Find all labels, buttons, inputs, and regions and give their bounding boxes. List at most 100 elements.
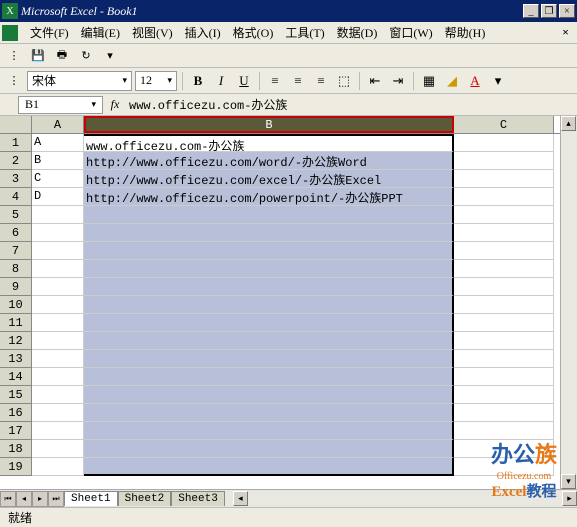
cell[interactable] [454, 134, 554, 152]
cell[interactable] [454, 386, 554, 404]
cell[interactable] [454, 224, 554, 242]
sheet-tab-2[interactable]: Sheet2 [118, 491, 172, 506]
handle-icon[interactable]: ⋮ [4, 47, 24, 65]
row-header[interactable]: 16 [0, 404, 32, 422]
cell[interactable] [454, 206, 554, 224]
font-color-icon[interactable]: A [465, 71, 485, 91]
cell[interactable] [32, 350, 84, 368]
row-header[interactable]: 2 [0, 152, 32, 170]
fx-icon[interactable]: fx [103, 97, 127, 112]
print-icon[interactable]: 🖶 [52, 47, 72, 65]
italic-button[interactable]: I [211, 71, 231, 91]
font-name-select[interactable]: 宋体▾ [27, 71, 132, 91]
underline-button[interactable]: U [234, 71, 254, 91]
row-header[interactable]: 8 [0, 260, 32, 278]
cell[interactable] [84, 404, 454, 422]
cell[interactable] [32, 458, 84, 476]
more-icon[interactable]: ▾ [100, 47, 120, 65]
cell[interactable] [32, 332, 84, 350]
borders-icon[interactable]: ▦ [419, 71, 439, 91]
more-icon[interactable]: ▾ [488, 71, 508, 91]
cell[interactable] [32, 422, 84, 440]
cell[interactable] [32, 440, 84, 458]
indent-left-icon[interactable]: ⇤ [365, 71, 385, 91]
cell[interactable]: B [32, 152, 84, 170]
scroll-left-icon[interactable]: ◂ [233, 491, 248, 506]
tab-last-icon[interactable]: ⏭ [48, 491, 64, 507]
row-header[interactable]: 12 [0, 332, 32, 350]
menu-tools[interactable]: 工具(T) [279, 22, 330, 43]
cell[interactable] [32, 260, 84, 278]
row-header[interactable]: 7 [0, 242, 32, 260]
menu-help[interactable]: 帮助(H) [439, 22, 492, 43]
cell[interactable] [84, 260, 454, 278]
scroll-up-icon[interactable]: ▴ [561, 116, 576, 131]
row-header[interactable]: 18 [0, 440, 32, 458]
cell[interactable] [84, 206, 454, 224]
formula-content[interactable]: www.officezu.com-办公族 [127, 96, 577, 113]
cell[interactable]: http://www.officezu.com/excel/-办公族Excel [84, 170, 454, 188]
cell[interactable]: http://www.officezu.com/powerpoint/-办公族P… [84, 188, 454, 206]
cell[interactable] [454, 350, 554, 368]
close-button[interactable]: × [559, 4, 575, 18]
cell[interactable]: http://www.officezu.com/word/-办公族Word [84, 152, 454, 170]
cell[interactable]: A [32, 134, 84, 152]
cell[interactable] [454, 170, 554, 188]
mdi-close-button[interactable]: × [556, 25, 575, 40]
indent-right-icon[interactable]: ⇥ [388, 71, 408, 91]
menu-data[interactable]: 数据(D) [331, 22, 384, 43]
cell[interactable] [84, 242, 454, 260]
menu-file[interactable]: 文件(F) [24, 22, 75, 43]
align-center-icon[interactable]: ≡ [288, 71, 308, 91]
cell[interactable] [84, 278, 454, 296]
row-header[interactable]: 3 [0, 170, 32, 188]
row-header[interactable]: 1 [0, 134, 32, 152]
row-header[interactable]: 17 [0, 422, 32, 440]
cell[interactable]: C [32, 170, 84, 188]
row-header[interactable]: 10 [0, 296, 32, 314]
vertical-scrollbar[interactable]: ▴ ▾ [560, 116, 577, 489]
row-header[interactable]: 15 [0, 386, 32, 404]
cell[interactable] [84, 314, 454, 332]
cell[interactable] [84, 296, 454, 314]
col-header-C[interactable]: C [454, 116, 554, 133]
cell[interactable] [84, 332, 454, 350]
sheet-tab-3[interactable]: Sheet3 [171, 491, 225, 506]
bold-button[interactable]: B [188, 71, 208, 91]
save-icon[interactable]: 💾 [28, 47, 48, 65]
cell[interactable] [84, 368, 454, 386]
row-header[interactable]: 5 [0, 206, 32, 224]
cell[interactable] [84, 440, 454, 458]
menu-view[interactable]: 视图(V) [126, 22, 179, 43]
cell[interactable] [454, 368, 554, 386]
cell[interactable] [32, 206, 84, 224]
row-header[interactable]: 11 [0, 314, 32, 332]
cell[interactable] [454, 242, 554, 260]
menu-edit[interactable]: 编辑(E) [75, 22, 126, 43]
fill-color-icon[interactable]: ◢ [442, 71, 462, 91]
tab-first-icon[interactable]: ⏮ [0, 491, 16, 507]
tab-next-icon[interactable]: ▸ [32, 491, 48, 507]
scroll-right-icon[interactable]: ▸ [562, 491, 577, 506]
maximize-button[interactable]: ❐ [541, 4, 557, 18]
cell[interactable] [454, 332, 554, 350]
cell[interactable] [32, 296, 84, 314]
row-header[interactable]: 19 [0, 458, 32, 476]
minimize-button[interactable]: _ [523, 4, 539, 18]
scroll-down-icon[interactable]: ▾ [561, 474, 576, 489]
menu-insert[interactable]: 插入(I) [179, 22, 227, 43]
cell[interactable]: D [32, 188, 84, 206]
cell[interactable]: www.officezu.com-办公族 [84, 134, 454, 152]
row-header[interactable]: 9 [0, 278, 32, 296]
cell[interactable] [32, 278, 84, 296]
menu-window[interactable]: 窗口(W) [383, 22, 438, 43]
cell[interactable] [84, 422, 454, 440]
cell[interactable] [32, 386, 84, 404]
row-header[interactable]: 6 [0, 224, 32, 242]
cell[interactable] [32, 242, 84, 260]
row-header[interactable]: 14 [0, 368, 32, 386]
sheet-tab-1[interactable]: Sheet1 [64, 491, 118, 506]
font-size-select[interactable]: 12▾ [135, 71, 177, 91]
cell[interactable] [84, 350, 454, 368]
align-right-icon[interactable]: ≡ [311, 71, 331, 91]
